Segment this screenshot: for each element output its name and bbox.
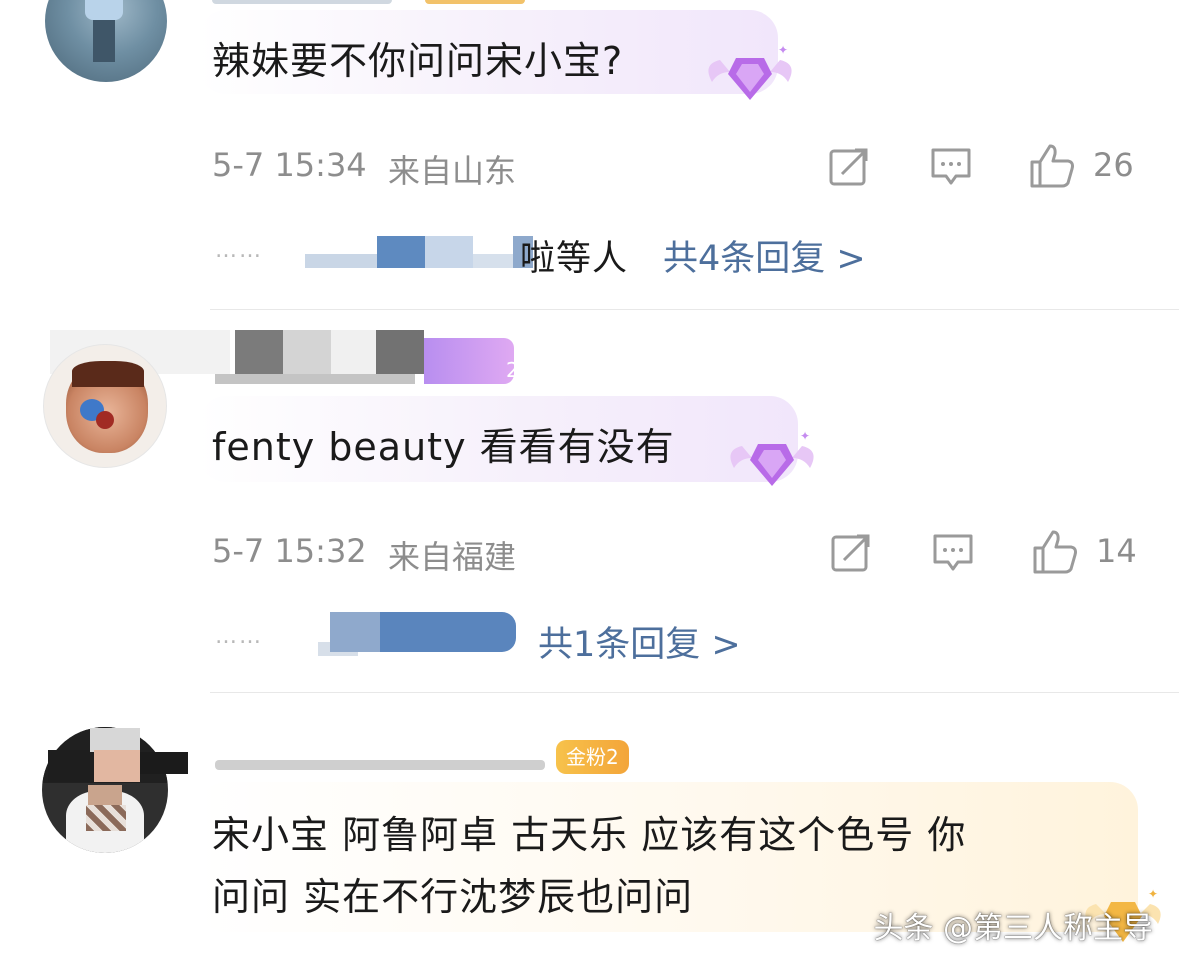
comment-time: 5-7 15:32 bbox=[212, 532, 367, 570]
reply-link[interactable]: 共1条回复 > bbox=[538, 616, 741, 667]
fan-badge: 金粉2 bbox=[556, 740, 629, 774]
reply-dots: …… bbox=[215, 624, 263, 649]
user-avatar[interactable] bbox=[43, 344, 167, 468]
diamond-fan-icon: ✦ bbox=[730, 429, 814, 486]
blurred-face bbox=[48, 722, 188, 782]
divider bbox=[210, 309, 1179, 310]
like-count: 26 bbox=[1093, 146, 1134, 184]
like-icon[interactable] bbox=[1031, 528, 1079, 576]
like-count: 14 bbox=[1096, 532, 1137, 570]
username-fragment bbox=[212, 0, 392, 4]
reply-dots: …… bbox=[215, 238, 263, 263]
comment-time: 5-7 15:34 bbox=[212, 146, 367, 184]
badge-fragment bbox=[425, 0, 525, 4]
user-avatar[interactable] bbox=[45, 0, 167, 82]
comment-location: 来自福建 bbox=[388, 538, 517, 576]
svg-text:✦: ✦ bbox=[778, 43, 788, 57]
comment-text-line-2: 问问 实在不行沈梦辰也问问 bbox=[212, 875, 694, 919]
comment-text-line-1: 宋小宝 阿鲁阿卓 古天乐 应该有这个色号 你 bbox=[212, 813, 967, 857]
blurred-names bbox=[305, 236, 540, 268]
divider bbox=[210, 692, 1179, 693]
comment-icon[interactable] bbox=[930, 146, 972, 188]
svg-text:✦: ✦ bbox=[800, 429, 810, 443]
diamond-fan-icon: ✦ bbox=[708, 43, 792, 100]
reply-link[interactable]: 共4条回复 > bbox=[663, 230, 866, 281]
watermark: 头条 @第三人称主导 bbox=[873, 911, 1153, 946]
blurred-names bbox=[318, 612, 518, 656]
level-badge: 2 bbox=[506, 358, 519, 382]
username-fragment bbox=[215, 760, 545, 770]
forward-icon[interactable] bbox=[830, 532, 872, 574]
comment-text: fenty beauty 看看有没有 bbox=[212, 425, 675, 469]
forward-icon[interactable] bbox=[828, 146, 870, 188]
comment-location: 来自山东 bbox=[388, 152, 517, 190]
comment-text: 辣妹要不你问问宋小宝? bbox=[212, 39, 624, 83]
reply-names-suffix: 啦等人 bbox=[520, 239, 629, 279]
like-icon[interactable] bbox=[1028, 142, 1076, 190]
comment-icon[interactable] bbox=[932, 532, 974, 574]
svg-text:✦: ✦ bbox=[1148, 887, 1158, 901]
